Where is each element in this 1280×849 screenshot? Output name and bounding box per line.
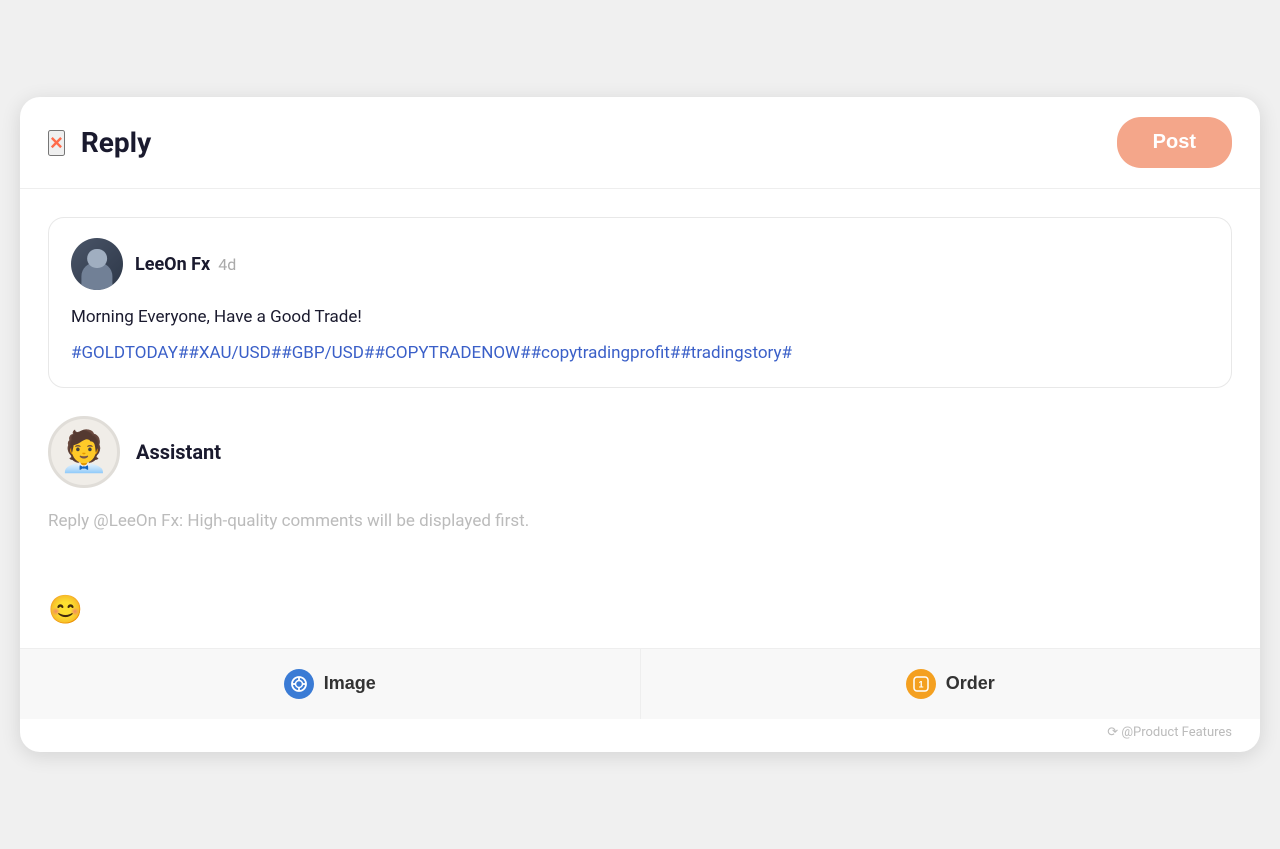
svg-text:1: 1 bbox=[918, 679, 923, 689]
author-info: LeeOn Fx 4d bbox=[135, 254, 236, 275]
order-button[interactable]: 1 Order bbox=[641, 649, 1261, 719]
leeon-avatar bbox=[71, 238, 123, 290]
close-button[interactable]: × bbox=[48, 130, 65, 156]
post-author-row: LeeOn Fx 4d bbox=[71, 238, 1209, 290]
order-icon: 1 bbox=[906, 669, 936, 699]
reply-author-row: 🧑‍💼 Assistant bbox=[48, 416, 1232, 488]
author-name: LeeOn Fx bbox=[135, 254, 210, 275]
original-post-card: LeeOn Fx 4d Morning Everyone, Have a Goo… bbox=[48, 217, 1232, 387]
order-button-label: Order bbox=[946, 673, 995, 694]
page-title: Reply bbox=[81, 126, 151, 159]
image-icon bbox=[284, 669, 314, 699]
bottom-toolbar: Image 1 Order bbox=[20, 648, 1260, 719]
assistant-avatar-icon: 🧑‍💼 bbox=[51, 419, 117, 485]
image-button-label: Image bbox=[324, 673, 376, 694]
post-hashtags: #GOLDTODAY##XAU/USD##GBP/USD##COPYTRADEN… bbox=[71, 340, 1209, 367]
emoji-button[interactable]: 😊 bbox=[48, 596, 83, 624]
reply-input[interactable] bbox=[48, 508, 1232, 568]
watermark: ⟳ @Product Features bbox=[20, 719, 1260, 752]
post-text: Morning Everyone, Have a Good Trade! bbox=[71, 304, 1209, 331]
modal-header: × Reply Post bbox=[20, 97, 1260, 189]
reply-modal: × Reply Post LeeOn Fx 4d Morning Everyon… bbox=[20, 97, 1260, 751]
header-left: × Reply bbox=[48, 126, 151, 159]
emoji-row: 😊 bbox=[48, 588, 1232, 640]
image-button[interactable]: Image bbox=[20, 649, 641, 719]
reply-author-name: Assistant bbox=[136, 440, 221, 464]
reply-section: 🧑‍💼 Assistant 😊 bbox=[48, 416, 1232, 640]
assistant-avatar: 🧑‍💼 bbox=[48, 416, 120, 488]
post-time: 4d bbox=[218, 255, 236, 274]
post-button[interactable]: Post bbox=[1117, 117, 1232, 168]
modal-body: LeeOn Fx 4d Morning Everyone, Have a Goo… bbox=[20, 189, 1260, 639]
